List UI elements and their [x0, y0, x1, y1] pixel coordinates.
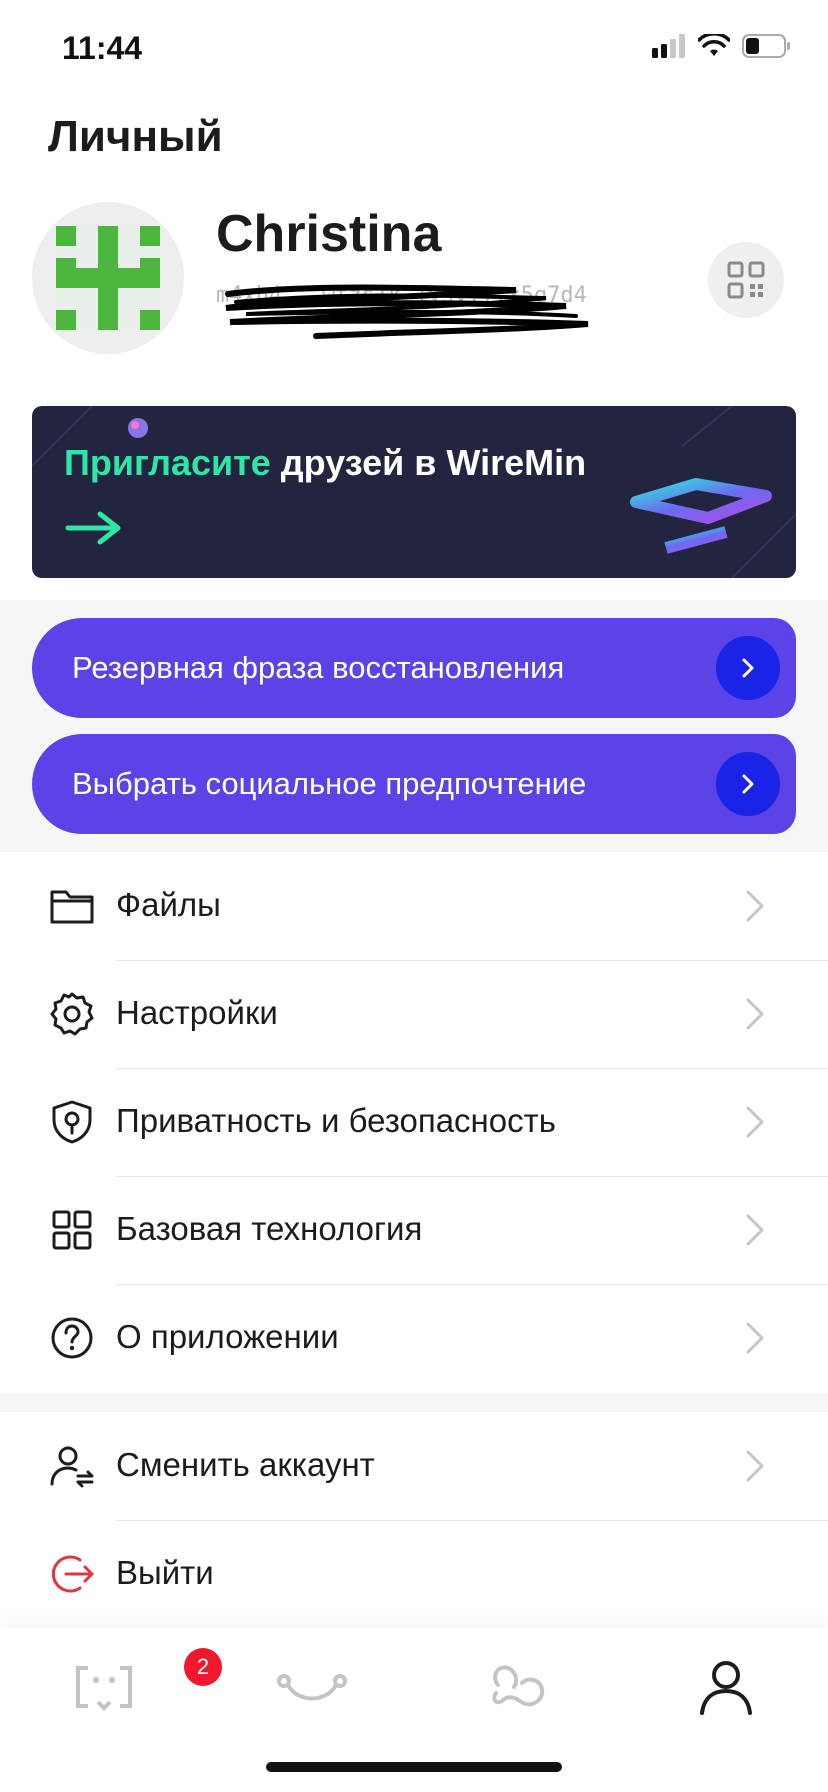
folder-icon [50, 890, 94, 924]
tab-chats[interactable]: 2 [44, 1642, 222, 1732]
unread-badge: 2 [184, 1648, 222, 1686]
connect-icon [277, 1674, 347, 1701]
status-time: 11:44 [62, 30, 143, 66]
chevron-right-icon [746, 1450, 764, 1482]
cube-illustration [630, 478, 772, 578]
chevron-right-icon [742, 774, 754, 794]
social-preference-button[interactable]: Выбрать социальное предпочтение [32, 734, 796, 834]
status-bar: 11:44 [0, 0, 828, 96]
menu-item-privacy[interactable]: Приватность и безопасность [0, 1068, 828, 1176]
person-icon [700, 1661, 752, 1715]
chevron-right-icon [746, 1106, 764, 1138]
link-icon [492, 1665, 545, 1707]
chevron-right-icon [746, 1322, 764, 1354]
invite-friends-banner[interactable]: Пригласите друзей в WireMin [32, 406, 796, 578]
switch-user-icon [50, 1446, 94, 1488]
backup-phrase-chevron [716, 636, 780, 700]
chevron-right-icon [746, 890, 764, 922]
menu-item-logout[interactable]: Выйти [0, 1520, 828, 1628]
menu-label-logout: Выйти [116, 1554, 214, 1591]
invite-accent-text: Пригласите [64, 442, 271, 483]
avatar[interactable] [32, 202, 184, 354]
menu-label-switch-account: Сменить аккаунт [116, 1446, 375, 1483]
backup-phrase-button[interactable]: Резервная фраза восстановления [32, 618, 796, 718]
section-gap [0, 1394, 828, 1412]
tab-profile[interactable] [666, 1642, 786, 1732]
question-circle-icon [51, 1317, 93, 1359]
logout-icon [51, 1555, 94, 1593]
profile-name: Christina [216, 205, 442, 263]
status-icons [652, 34, 792, 58]
menu-label-files: Файлы [116, 886, 221, 923]
tab-discover[interactable] [458, 1642, 578, 1732]
invite-rest-text: друзей в WireMin [270, 442, 587, 483]
tab-connect[interactable] [252, 1642, 372, 1732]
social-preference-label: Выбрать социальное предпочтение [72, 766, 587, 801]
redaction-scribble [225, 284, 589, 339]
arrow-right-icon [65, 511, 121, 545]
grid-icon [52, 1210, 92, 1250]
shield-icon [52, 1100, 92, 1144]
identicon-icon [56, 226, 160, 330]
invite-text: Пригласите друзей в WireMin [64, 442, 586, 484]
social-preference-chevron [716, 752, 780, 816]
menu-label-privacy: Приватность и безопасность [116, 1102, 556, 1139]
wifi-icon [698, 34, 730, 56]
menu-label-technology: Базовая технология [116, 1210, 423, 1247]
menu-item-switch-account[interactable]: Сменить аккаунт [0, 1412, 828, 1520]
page-title: Личный [48, 112, 223, 161]
backup-phrase-label: Резервная фраза восстановления [72, 650, 565, 685]
home-indicator [266, 1762, 562, 1772]
menu-item-files[interactable]: Файлы [0, 852, 828, 960]
chevron-right-icon [746, 1214, 764, 1246]
cellular-signal-icon [652, 34, 685, 58]
gear-icon [50, 992, 94, 1036]
qr-code-button[interactable] [708, 242, 784, 318]
menu-label-settings: Настройки [116, 994, 278, 1031]
battery-icon [742, 34, 790, 58]
qr-code-icon [727, 261, 765, 299]
menu-item-technology[interactable]: Базовая технология [0, 1176, 828, 1284]
chevron-right-icon [742, 658, 754, 678]
menu-item-about[interactable]: О приложении [0, 1284, 828, 1392]
menu-label-about: О приложении [116, 1318, 339, 1355]
chevron-right-icon [746, 998, 764, 1030]
menu-item-settings[interactable]: Настройки [0, 960, 828, 1068]
chat-bracket-icon [76, 1666, 132, 1711]
